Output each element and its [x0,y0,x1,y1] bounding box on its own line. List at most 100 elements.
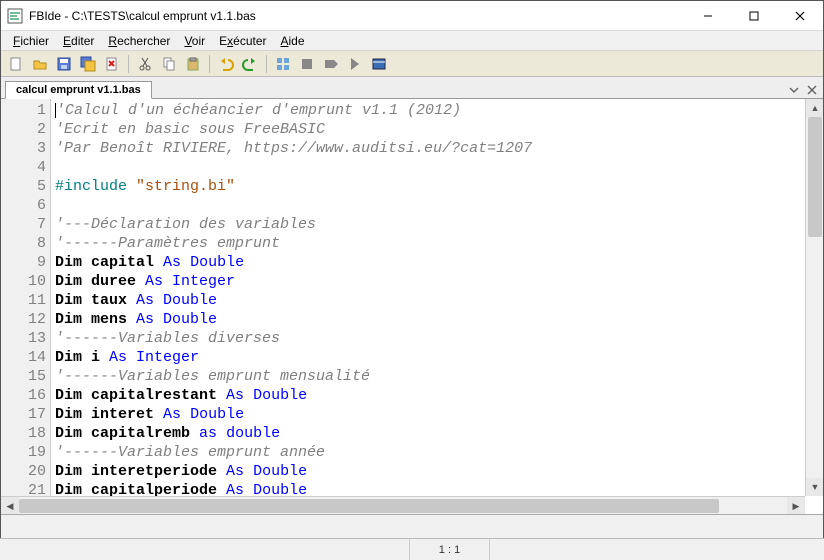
code-line[interactable]: '---Déclaration des variables [55,215,823,234]
menubar: Fichier Editer Rechercher Voir Exécuter … [1,31,823,51]
scroll-left-icon[interactable]: ◀ [1,497,19,515]
code-line[interactable]: 'Ecrit en basic sous FreeBASIC [55,120,823,139]
code-line[interactable]: #include "string.bi" [55,177,823,196]
menu-help[interactable]: Aide [275,32,311,50]
tool-paste[interactable] [182,53,204,75]
toolbar-separator [128,55,129,73]
line-number: 20 [1,462,46,481]
scroll-up-icon[interactable]: ▲ [806,99,823,117]
scroll-right-icon[interactable]: ▶ [787,497,805,515]
token-ident: Dim i [55,349,109,366]
line-number: 14 [1,348,46,367]
status-cell-rest [490,539,824,560]
tab-close-icon[interactable] [807,84,817,98]
token-kw: As [145,273,163,290]
token-kw: as [199,425,217,442]
tool-undo[interactable] [215,53,237,75]
titlebar: FBIde - C:\TESTS\calcul emprunt v1.1.bas [1,1,823,31]
token-plain [217,425,226,442]
horizontal-scrollbar[interactable]: ◀ ▶ [1,496,805,514]
token-plain [244,463,253,480]
token-ident: Dim mens [55,311,136,328]
tool-open[interactable] [29,53,51,75]
line-number: 17 [1,405,46,424]
line-number: 1 [1,101,46,120]
code-line[interactable]: '------Variables emprunt année [55,443,823,462]
token-kw: Integer [136,349,199,366]
tool-saveall[interactable] [77,53,99,75]
token-kw: double [226,425,280,442]
menu-file[interactable]: Fichier [7,32,55,50]
menu-search[interactable]: Rechercher [102,32,176,50]
scroll-thumb-h[interactable] [19,499,719,513]
toolbar-separator [209,55,210,73]
code-line[interactable]: Dim i As Integer [55,348,823,367]
line-number: 10 [1,272,46,291]
token-comment: 'Par Benoît RIVIERE, https://www.auditsi… [55,140,532,157]
tool-run[interactable] [296,53,318,75]
line-number: 2 [1,120,46,139]
maximize-button[interactable] [731,1,777,30]
token-kw: As [109,349,127,366]
status-cursor-pos: 1 : 1 [410,539,490,560]
token-ident: Dim duree [55,273,145,290]
token-kw: As [136,292,154,309]
line-gutter: 12345678910111213141516171819202122 [1,99,51,514]
tab-dropdown-icon[interactable] [789,84,799,98]
code-line[interactable]: Dim duree As Integer [55,272,823,291]
tool-copy[interactable] [158,53,180,75]
code-line[interactable]: Dim mens As Double [55,310,823,329]
vertical-scrollbar[interactable]: ▲ ▼ [805,99,823,496]
editor[interactable]: 12345678910111213141516171819202122 'Cal… [1,99,823,515]
scroll-thumb-v[interactable] [808,117,822,237]
token-kw: Double [190,406,244,423]
code-line[interactable]: '------Paramètres emprunt [55,234,823,253]
token-comment: 'Calcul d'un échéancier d'emprunt v1.1 (… [56,102,461,119]
code-line[interactable] [55,158,823,177]
tool-compile[interactable] [272,53,294,75]
code-line[interactable]: Dim capitalrestant As Double [55,386,823,405]
window-title: FBIde - C:\TESTS\calcul emprunt v1.1.bas [29,9,256,23]
menu-run[interactable]: Exécuter [213,32,272,50]
token-plain [154,292,163,309]
tool-save[interactable] [53,53,75,75]
tool-close[interactable] [101,53,123,75]
menu-view[interactable]: Voir [178,32,211,50]
code-line[interactable]: Dim capitalremb as double [55,424,823,443]
scroll-down-icon[interactable]: ▼ [806,478,823,496]
code-line[interactable]: 'Calcul d'un échéancier d'emprunt v1.1 (… [55,101,823,120]
line-number: 8 [1,234,46,253]
code-area[interactable]: 'Calcul d'un échéancier d'emprunt v1.1 (… [51,99,823,514]
code-line[interactable]: '------Variables emprunt mensualité [55,367,823,386]
code-line[interactable]: Dim interetperiode As Double [55,462,823,481]
tool-compile-run[interactable] [320,53,342,75]
code-line[interactable]: Dim capital As Double [55,253,823,272]
tab-file[interactable]: calcul emprunt v1.1.bas [5,81,152,99]
tool-output[interactable] [368,53,390,75]
tool-redo[interactable] [239,53,261,75]
line-number: 11 [1,291,46,310]
token-comment: '------Variables emprunt année [55,444,325,461]
token-ident: Dim interet [55,406,163,423]
token-kw: Double [253,463,307,480]
token-comment: '------Paramètres emprunt [55,235,280,252]
token-kw: Double [163,292,217,309]
token-kw: Double [190,254,244,271]
code-line[interactable]: Dim taux As Double [55,291,823,310]
code-line[interactable]: 'Par Benoît RIVIERE, https://www.auditsi… [55,139,823,158]
token-kw: Double [253,387,307,404]
token-ident: Dim taux [55,292,136,309]
tool-cut[interactable] [134,53,156,75]
close-button[interactable] [777,1,823,30]
token-comment: '---Déclaration des variables [55,216,316,233]
code-line[interactable] [55,196,823,215]
code-line[interactable]: Dim interet As Double [55,405,823,424]
toolbar-separator [266,55,267,73]
code-line[interactable]: '------Variables diverses [55,329,823,348]
menu-edit[interactable]: Editer [57,32,100,50]
tool-new[interactable] [5,53,27,75]
line-number: 3 [1,139,46,158]
minimize-button[interactable] [685,1,731,30]
tool-quickrun[interactable] [344,53,366,75]
status-cell-blank [0,539,410,560]
